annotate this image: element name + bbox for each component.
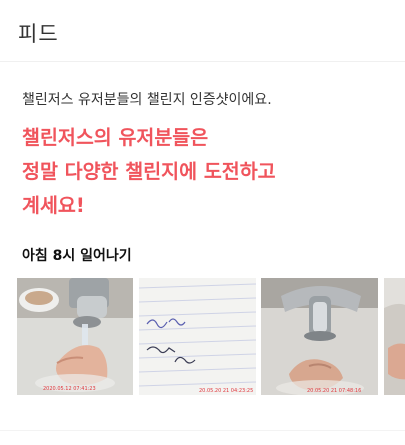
photo-card[interactable]: 2020.05.12 07:41:23 — [17, 278, 133, 395]
photo-timestamp: 2020.05.12 07:41:23 — [43, 386, 96, 392]
photo-timestamp: 20.05.20 21 07:48:16 — [307, 388, 361, 394]
faucet-photo: 20.05.20 21 07:48:16 — [261, 278, 378, 395]
headline-line-1: 챌린저스의 유저분들은 — [22, 126, 209, 149]
partial-photo — [384, 278, 405, 395]
faucet-photo: 2020.05.12 07:41:23 — [17, 278, 133, 395]
photo-card[interactable]: 20.05.20 21 07:48:16 — [261, 278, 378, 395]
page-title: 피드 — [18, 22, 59, 46]
app-header: 피드 — [0, 0, 405, 62]
headline-line-2: 정말 다양한 챌린지에 도전하고 — [22, 160, 276, 183]
photo-card[interactable] — [384, 278, 405, 395]
challenge-title: 아침 8시 일어나기 — [22, 248, 132, 264]
headline-line-3: 계세요! — [22, 194, 85, 217]
intro-text: 챌린저스 유저분들의 챌린지 인증샷이에요. — [22, 92, 272, 108]
headline: 챌린저스의 유저분들은 정말 다양한 챌린지에 도전하고 계세요! — [22, 121, 392, 223]
photo-card[interactable]: 20.05.20 21 04:23:25 — [139, 278, 256, 395]
photo-carousel[interactable]: 2020.05.12 07:41:23 20.05.20 21 04:23:25 — [0, 278, 405, 398]
divider — [0, 430, 405, 431]
photo-timestamp: 20.05.20 21 04:23:25 — [199, 388, 253, 394]
notebook-photo: 20.05.20 21 04:23:25 — [139, 278, 256, 395]
